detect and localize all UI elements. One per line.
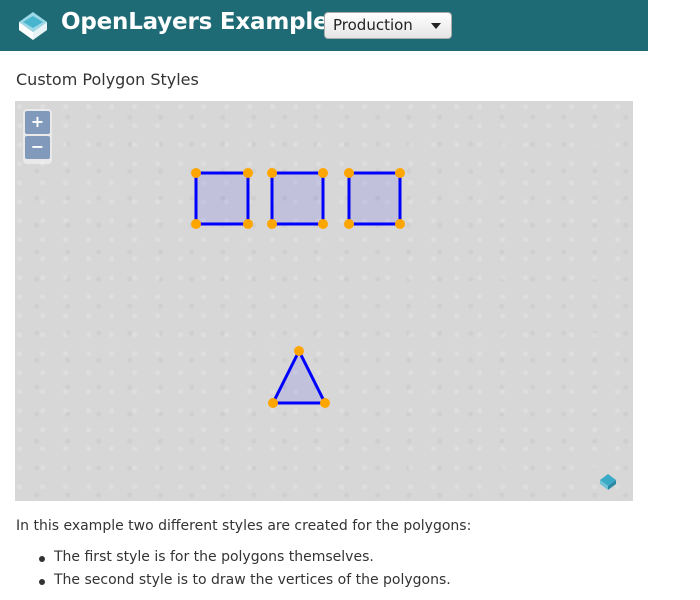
list-item: The second style is to draw the vertices… bbox=[38, 572, 451, 595]
zoom-control: + − bbox=[23, 109, 52, 164]
openlayers-logo-icon[interactable] bbox=[598, 472, 618, 492]
polygon-square-3[interactable] bbox=[344, 168, 405, 229]
chevron-down-icon bbox=[431, 23, 441, 29]
site-title[interactable]: OpenLayers Examples bbox=[61, 9, 342, 35]
polygon-triangle[interactable] bbox=[268, 346, 330, 408]
zoom-in-button[interactable]: + bbox=[25, 111, 50, 134]
description-text: In this example two different styles are… bbox=[16, 518, 472, 534]
version-select[interactable]: Production bbox=[324, 12, 452, 39]
header-bar: OpenLayers Examples Production bbox=[0, 0, 648, 51]
description-list: The first style is for the polygons them… bbox=[38, 549, 451, 595]
vector-layer bbox=[191, 168, 405, 408]
zoom-out-button[interactable]: − bbox=[25, 136, 50, 159]
list-item: The first style is for the polygons them… bbox=[38, 549, 451, 572]
polygon-square-2[interactable] bbox=[267, 168, 328, 229]
map-viewport[interactable]: + − bbox=[15, 101, 633, 501]
example-title: Custom Polygon Styles bbox=[16, 70, 199, 89]
openlayers-logo-icon[interactable] bbox=[14, 7, 52, 45]
version-select-value: Production bbox=[333, 16, 413, 34]
polygon-square-1[interactable] bbox=[191, 168, 253, 229]
